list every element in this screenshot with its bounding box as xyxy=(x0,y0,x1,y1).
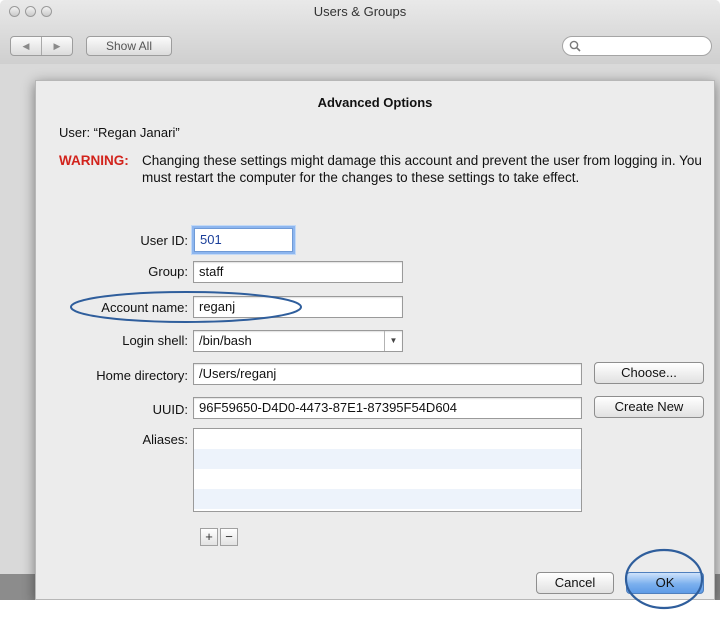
create-new-button[interactable]: Create New xyxy=(594,396,704,418)
list-item[interactable] xyxy=(194,449,581,469)
show-all-button[interactable]: Show All xyxy=(86,36,172,56)
user-id-field[interactable]: 501 xyxy=(194,228,293,252)
back-forward-control: ◀ ▶ xyxy=(10,36,73,56)
forward-button[interactable]: ▶ xyxy=(41,37,72,55)
window-title: Users & Groups xyxy=(313,4,407,19)
account-name-label: Account name: xyxy=(101,300,188,315)
add-alias-button[interactable]: + xyxy=(200,528,218,546)
aliases-label: Aliases: xyxy=(142,432,188,447)
account-name-field[interactable]: reganj xyxy=(193,296,403,318)
user-name-label: User: “Regan Janari” xyxy=(59,125,180,140)
login-shell-value: /bin/bash xyxy=(199,333,252,348)
users-groups-window: Users & Groups ◀ ▶ Show All Advanced Opt… xyxy=(0,0,720,600)
login-shell-popup[interactable]: /bin/bash ▼ xyxy=(193,330,403,352)
ok-button[interactable]: OK xyxy=(626,572,704,594)
login-shell-label: Login shell: xyxy=(122,333,188,348)
warning-label: WARNING: xyxy=(59,153,129,168)
list-item[interactable] xyxy=(194,489,581,509)
uuid-label: UUID: xyxy=(152,402,188,417)
user-id-label: User ID: xyxy=(140,233,188,248)
search-field[interactable] xyxy=(562,36,712,56)
group-label: Group: xyxy=(148,264,188,279)
uuid-field[interactable]: 96F59650-D4D0-4473-87E1-87395F54D604 xyxy=(193,397,582,419)
back-button[interactable]: ◀ xyxy=(11,37,41,55)
search-icon xyxy=(569,40,581,52)
remove-alias-button[interactable]: − xyxy=(220,528,238,546)
cancel-button[interactable]: Cancel xyxy=(536,572,614,594)
list-item[interactable] xyxy=(194,429,581,449)
aliases-list[interactable] xyxy=(193,428,582,512)
home-directory-field[interactable]: /Users/reganj xyxy=(193,363,582,385)
group-field[interactable]: staff xyxy=(193,261,403,283)
sheet-title: Advanced Options xyxy=(317,95,433,110)
choose-button[interactable]: Choose... xyxy=(594,362,704,384)
title-bar: Users & Groups ◀ ▶ Show All xyxy=(0,0,720,65)
warning-text: Changing these settings might damage thi… xyxy=(142,153,702,185)
home-directory-label: Home directory: xyxy=(96,368,188,383)
chevron-down-icon: ▼ xyxy=(384,331,402,351)
list-item[interactable] xyxy=(194,469,581,489)
